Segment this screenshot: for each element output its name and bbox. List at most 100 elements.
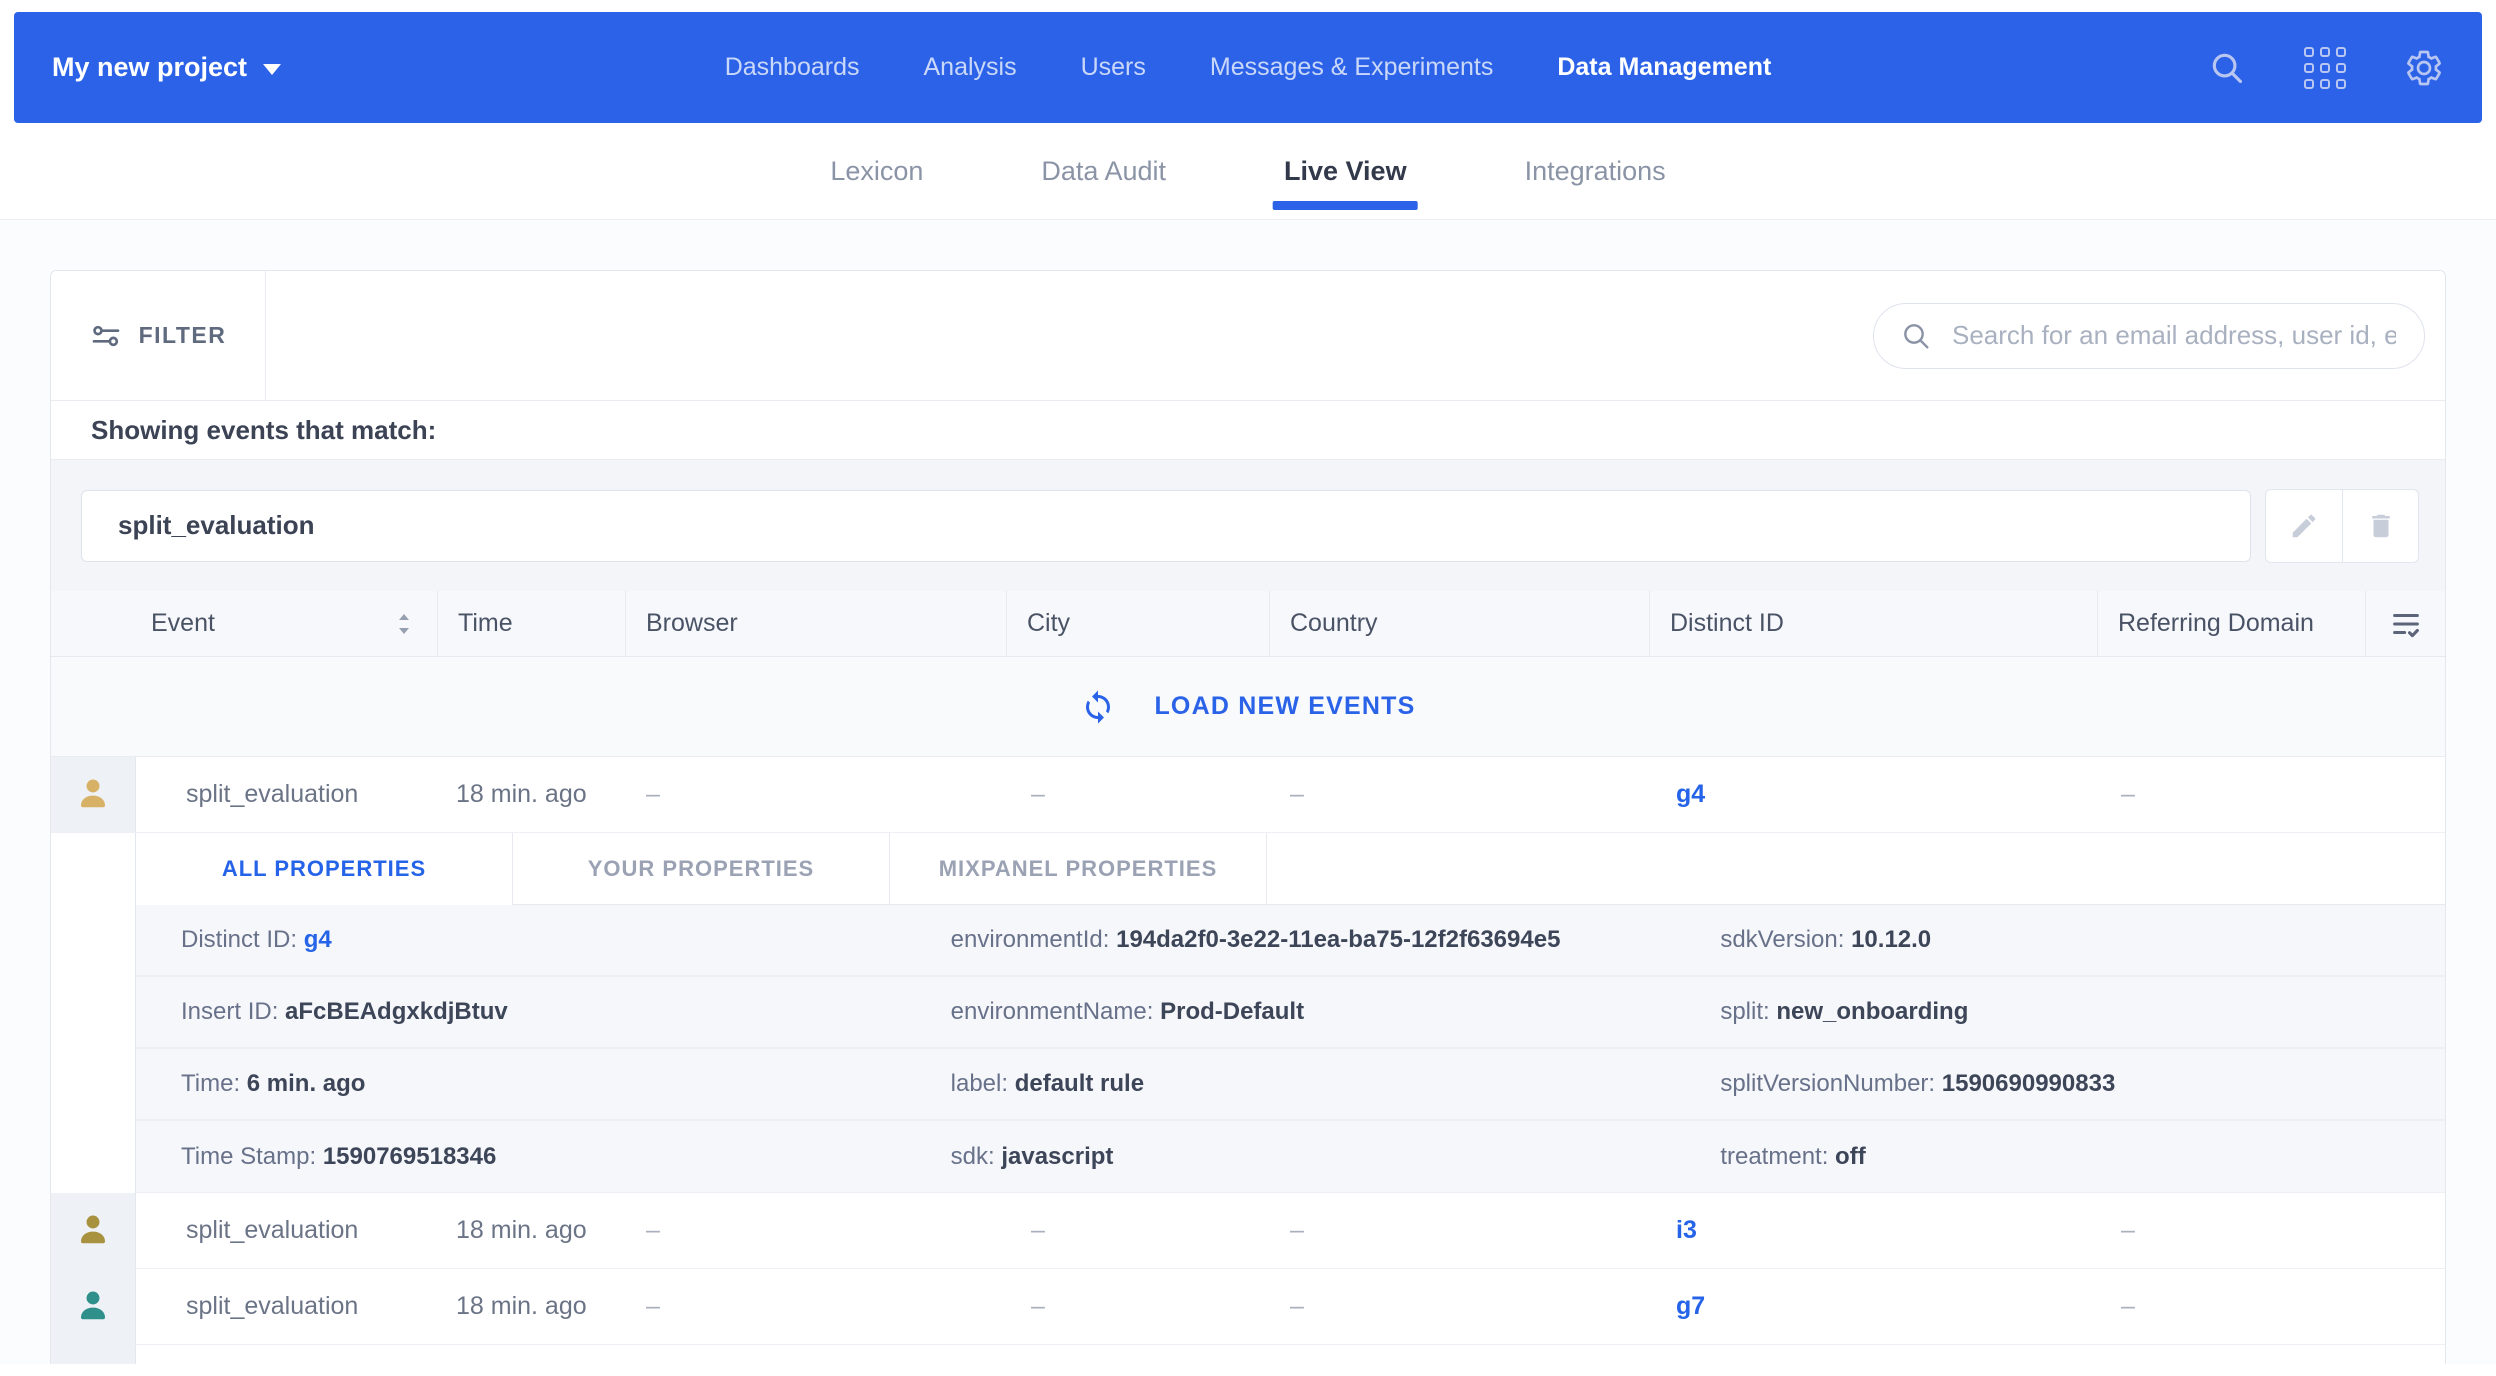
properties-gutter [51, 833, 136, 1193]
event-row-partial [51, 1345, 2445, 1364]
column-header-country[interactable]: Country [1270, 591, 1650, 656]
tab-your-properties[interactable]: YOUR PROPERTIES [513, 833, 890, 905]
data-management-subnav: Lexicon Data Audit Live View Integration… [0, 123, 2496, 220]
column-header-event[interactable]: Event [51, 591, 438, 656]
distinct-id-link[interactable]: g4 [1676, 780, 1705, 809]
nav-analysis[interactable]: Analysis [924, 53, 1017, 82]
property: environmentName: Prod-Default [906, 998, 1676, 1026]
property: environmentId: 194da2f0-3e22-11ea-ba75-1… [906, 926, 1676, 954]
column-settings-icon [2389, 607, 2423, 641]
tab-all-properties[interactable]: ALL PROPERTIES [136, 833, 513, 905]
nav-data-management[interactable]: Data Management [1557, 53, 1771, 82]
load-new-events-label: LOAD NEW EVENTS [1154, 692, 1415, 721]
tab-mixpanel-properties[interactable]: MIXPANEL PROPERTIES [890, 833, 1267, 905]
table-header: Event Time Browser City Country Distinct… [51, 591, 2445, 657]
event-city: – [1007, 1269, 1270, 1344]
distinct-id-link[interactable]: g7 [1676, 1292, 1705, 1321]
event-time: 18 min. ago [438, 1193, 626, 1268]
event-browser: – [626, 1269, 1007, 1344]
event-distinct-id: g4 [1650, 757, 2098, 832]
nav-users[interactable]: Users [1081, 53, 1146, 82]
event-city: – [1007, 1193, 1270, 1268]
property-row: Insert ID: aFcBEAdgxkdjBtuv environmentN… [136, 977, 2445, 1049]
event-filter-input[interactable]: split_evaluation [81, 490, 2251, 562]
topbar-icons [2208, 47, 2444, 89]
distinct-id-link[interactable]: i3 [1676, 1216, 1697, 1245]
column-header-referring-domain[interactable]: Referring Domain [2098, 591, 2366, 656]
property: treatment: off [1675, 1143, 2445, 1171]
property: sdk: javascript [906, 1143, 1676, 1171]
apps-grid-icon[interactable] [2304, 47, 2346, 89]
property: split: new_onboarding [1675, 998, 2445, 1026]
event-row[interactable]: split_evaluation 18 min. ago – – – g7 – [51, 1269, 2445, 1345]
property: sdkVersion: 10.12.0 [1675, 926, 2445, 954]
event-row[interactable]: split_evaluation 18 min. ago – – – i3 – [51, 1193, 2445, 1269]
query-band: split_evaluation [51, 459, 2445, 591]
refresh-sync-icon [1080, 689, 1116, 725]
events-card: FILTER Showing events that match: split_… [50, 270, 2446, 1364]
person-icon [75, 1287, 111, 1327]
column-header-browser[interactable]: Browser [626, 591, 1007, 656]
event-time: 18 min. ago [438, 1269, 626, 1344]
query-heading: Showing events that match: [51, 401, 2445, 459]
edit-filter-button[interactable] [2265, 489, 2342, 563]
event-browser: – [626, 1193, 1007, 1268]
property: Time: 6 min. ago [136, 1070, 906, 1098]
search-icon[interactable] [2208, 49, 2246, 87]
avatar [51, 1345, 136, 1364]
column-header-time[interactable]: Time [438, 591, 626, 656]
event-city: – [1007, 757, 1270, 832]
property-row: Time Stamp: 1590769518346 sdk: javascrip… [136, 1121, 2445, 1193]
column-header-distinct-id[interactable]: Distinct ID [1650, 591, 2098, 656]
avatar [51, 1193, 136, 1268]
event-referring-domain: – [2098, 1193, 2366, 1268]
top-navigation-bar: My new project Dashboards Analysis Users… [14, 12, 2482, 123]
event-row-spacer [2366, 757, 2445, 832]
person-icon [75, 775, 111, 815]
event-name: split_evaluation [136, 1269, 438, 1344]
event-referring-domain: – [2098, 1269, 2366, 1344]
project-name: My new project [52, 52, 247, 83]
filter-label: FILTER [139, 322, 227, 349]
project-switcher[interactable]: My new project [52, 52, 281, 83]
avatar [51, 757, 136, 832]
edit-pencil-icon [2289, 511, 2319, 541]
event-referring-domain: – [2098, 757, 2366, 832]
event-row[interactable]: split_evaluation 18 min. ago – – – g4 – [51, 757, 2445, 833]
event-row-spacer [2366, 1193, 2445, 1268]
search-input[interactable] [1950, 319, 2398, 352]
property-row: Distinct ID: g4 environmentId: 194da2f0-… [136, 905, 2445, 977]
tab-live-view[interactable]: Live View [1284, 123, 1407, 219]
properties-tabs-filler [1267, 833, 2445, 905]
column-header-city[interactable]: City [1007, 591, 1270, 656]
sort-arrows-icon[interactable] [393, 611, 415, 637]
event-country: – [1270, 1269, 1650, 1344]
nav-dashboards[interactable]: Dashboards [725, 53, 860, 82]
nav-messages-experiments[interactable]: Messages & Experiments [1210, 53, 1493, 82]
live-view-content: FILTER Showing events that match: split_… [0, 220, 2496, 1364]
settings-gear-icon[interactable] [2404, 48, 2444, 88]
event-distinct-id: i3 [1650, 1193, 2098, 1268]
column-settings-button[interactable] [2366, 591, 2445, 656]
query-actions [2265, 489, 2419, 563]
property-row: Time: 6 min. ago label: default rule spl… [136, 1049, 2445, 1121]
property: Insert ID: aFcBEAdgxkdjBtuv [136, 998, 906, 1026]
toolbar-rest [266, 271, 2445, 400]
event-browser: – [626, 757, 1007, 832]
delete-trash-icon [2366, 511, 2396, 541]
event-time: 18 min. ago [438, 757, 626, 832]
distinct-id-link[interactable]: g4 [304, 926, 332, 953]
tab-data-audit[interactable]: Data Audit [1041, 123, 1166, 219]
delete-filter-button[interactable] [2342, 489, 2419, 563]
filter-button[interactable]: FILTER [51, 271, 266, 400]
properties-tabs: ALL PROPERTIES YOUR PROPERTIES MIXPANEL … [136, 833, 2445, 905]
property: Time Stamp: 1590769518346 [136, 1143, 906, 1171]
load-new-events-button[interactable]: LOAD NEW EVENTS [51, 657, 2445, 757]
tab-lexicon[interactable]: Lexicon [830, 123, 923, 219]
tab-integrations[interactable]: Integrations [1525, 123, 1666, 219]
avatar [51, 1269, 136, 1344]
property: label: default rule [906, 1070, 1676, 1098]
toolbar-row: FILTER [51, 271, 2445, 401]
search-icon [1900, 320, 1932, 352]
event-distinct-id: g7 [1650, 1269, 2098, 1344]
